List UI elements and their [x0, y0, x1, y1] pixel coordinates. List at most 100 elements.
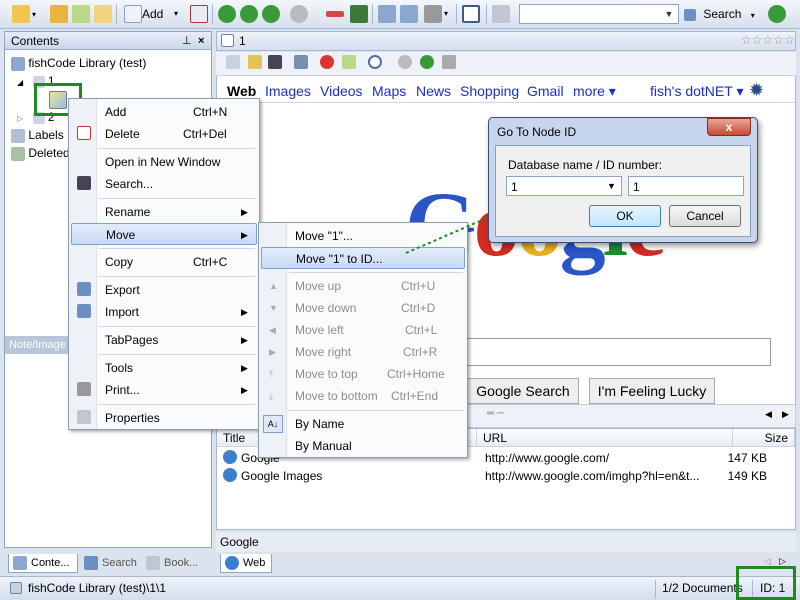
forward-icon[interactable]	[420, 55, 434, 69]
gbar-more[interactable]: more ▾	[573, 83, 616, 100]
menu-item-delete[interactable]: Delete Ctrl+Del	[71, 123, 257, 145]
gbar-gmail[interactable]: Gmail	[527, 83, 564, 99]
menu-item-rename[interactable]: Rename ▶	[71, 201, 257, 223]
menu-item-add[interactable]: Add Ctrl+N	[71, 101, 257, 123]
gbar-videos[interactable]: Videos	[320, 83, 363, 99]
menu-item-by-manual[interactable]: By Manual	[261, 435, 465, 457]
zoom-icon[interactable]	[368, 55, 382, 69]
close-icon[interactable]: x	[707, 118, 751, 136]
document-icon[interactable]	[226, 55, 240, 69]
menu-item-move-left[interactable]: ◀ Move left Ctrl+L	[261, 319, 465, 341]
menu-shortcut: Ctrl+End	[391, 389, 439, 403]
gbar-news[interactable]: News	[416, 83, 451, 99]
print-dropdown-icon[interactable]: ▾	[444, 9, 448, 18]
library-icon	[11, 56, 25, 71]
menu-item-properties[interactable]: Properties	[71, 407, 257, 429]
tab-web[interactable]: Web	[220, 554, 272, 573]
tree-item-library[interactable]: fishCode Library (test)	[11, 54, 146, 72]
menu-item-by-name[interactable]: A↓ By Name	[261, 413, 465, 435]
gbar-images[interactable]: Images	[265, 83, 311, 99]
forward-icon[interactable]	[240, 5, 258, 23]
stop-icon[interactable]	[290, 5, 308, 23]
pin-icon[interactable]: ⊥	[182, 32, 192, 50]
tree-item-labels[interactable]: Labels	[11, 126, 64, 144]
rating-stars[interactable]: ☆☆☆☆☆	[741, 33, 795, 47]
id-number-input[interactable]: 1	[628, 176, 744, 196]
menu-item-tools[interactable]: Tools ▶	[71, 357, 257, 379]
move-top-icon: ⤒	[269, 369, 273, 379]
menu-item-export[interactable]: Export	[71, 279, 257, 301]
menu-item-tabpages[interactable]: TabPages ▶	[71, 329, 257, 351]
menu-shortcut: Ctrl+D	[401, 301, 436, 315]
menu-item-move-right[interactable]: ▶ Move right Ctrl+R	[261, 341, 465, 363]
feeling-lucky-button[interactable]: I'm Feeling Lucky	[589, 378, 715, 404]
edit-icon[interactable]	[294, 55, 308, 69]
table-row[interactable]: Google Images http://www.google.com/imgh…	[217, 467, 795, 485]
search-button[interactable]: Search ▾	[682, 4, 764, 24]
browser-toolbar	[216, 52, 796, 76]
open-folder-icon[interactable]	[12, 5, 30, 23]
note-icon[interactable]	[94, 5, 112, 23]
sync-icon[interactable]	[768, 5, 786, 23]
search-combo[interactable]: ▼	[519, 4, 679, 24]
chevron-down-icon[interactable]: ▼	[662, 7, 676, 21]
menu-item-move-up[interactable]: ▲ Move up Ctrl+U	[261, 275, 465, 297]
menu-item-move[interactable]: Move ▶	[71, 223, 257, 245]
menu-item-search[interactable]: Search...	[71, 173, 257, 195]
google-search-button[interactable]: Google Search	[467, 378, 579, 404]
minus-icon[interactable]	[326, 11, 344, 17]
back-icon[interactable]	[218, 5, 236, 23]
add-icon[interactable]	[124, 5, 142, 23]
scroll-left-icon[interactable]: ◀	[765, 409, 772, 420]
back-icon[interactable]	[398, 55, 412, 69]
fullscreen-icon[interactable]	[462, 5, 480, 23]
chevron-down-icon: ▼	[607, 181, 616, 191]
gear-icon[interactable]: ✹	[749, 80, 764, 101]
dropdown-arrow-icon[interactable]: ▾	[32, 10, 36, 19]
document-tab-label[interactable]: 1	[239, 34, 246, 48]
delete-icon[interactable]	[190, 5, 208, 23]
node-context-menu: Add Ctrl+N Delete Ctrl+Del Open in New W…	[68, 98, 260, 430]
find-icon[interactable]	[268, 55, 282, 69]
dom-icon[interactable]	[442, 55, 456, 69]
menu-item-open-new-window[interactable]: Open in New Window	[71, 151, 257, 173]
hierarchy-icon[interactable]	[378, 5, 396, 23]
tab-search[interactable]: Search	[80, 554, 140, 573]
network-icon[interactable]	[400, 5, 418, 23]
gbar-web[interactable]: Web	[227, 83, 256, 99]
add-dropdown-icon[interactable]: ▾	[174, 9, 178, 18]
add-button[interactable]: Add	[142, 7, 163, 21]
column-url[interactable]: URL	[477, 429, 733, 447]
tab-bookmarks[interactable]: Book...	[142, 554, 206, 573]
up-icon[interactable]	[262, 5, 280, 23]
ok-button[interactable]: OK	[589, 205, 661, 227]
collapsed-arrow-icon[interactable]: ▷	[17, 114, 23, 123]
gbar-maps[interactable]: Maps	[372, 83, 406, 99]
recycle-bin-icon	[11, 146, 25, 161]
print-icon[interactable]	[424, 5, 442, 23]
menu-item-copy[interactable]: Copy Ctrl+C	[71, 251, 257, 273]
scroll-right-icon[interactable]: ▶	[782, 409, 789, 420]
expanded-arrow-icon[interactable]: ◢	[17, 78, 23, 87]
gbar-account[interactable]: fish's dotNET ▾	[650, 83, 743, 100]
indent-icon[interactable]	[350, 5, 368, 23]
menu-item-print[interactable]: Print... ▶	[71, 379, 257, 401]
tab-contents[interactable]: Conte...	[8, 554, 78, 573]
cancel-button[interactable]: Cancel	[669, 205, 741, 227]
new-folder-icon[interactable]	[50, 5, 68, 23]
menu-item-move-top[interactable]: ⤒ Move to top Ctrl+Home	[261, 363, 465, 385]
open-icon[interactable]	[248, 55, 262, 69]
menu-item-import[interactable]: Import ▶	[71, 301, 257, 323]
close-pane-icon[interactable]: ×	[198, 32, 204, 50]
menu-item-move-down[interactable]: ▼ Move down Ctrl+D	[261, 297, 465, 319]
gbar-shopping[interactable]: Shopping	[460, 83, 519, 99]
google-search-input[interactable]	[457, 338, 771, 366]
refresh-doc-icon[interactable]	[72, 5, 90, 23]
tree-item-deleted[interactable]: Deleted	[11, 144, 70, 162]
column-size[interactable]: Size	[733, 429, 795, 447]
database-select[interactable]: 1 ▼	[506, 176, 622, 196]
stop-icon[interactable]	[320, 55, 334, 69]
menu-item-move-bottom[interactable]: ⤓ Move to bottom Ctrl+End	[261, 385, 465, 407]
refresh-icon[interactable]	[342, 55, 356, 69]
tools-icon[interactable]	[492, 5, 510, 23]
